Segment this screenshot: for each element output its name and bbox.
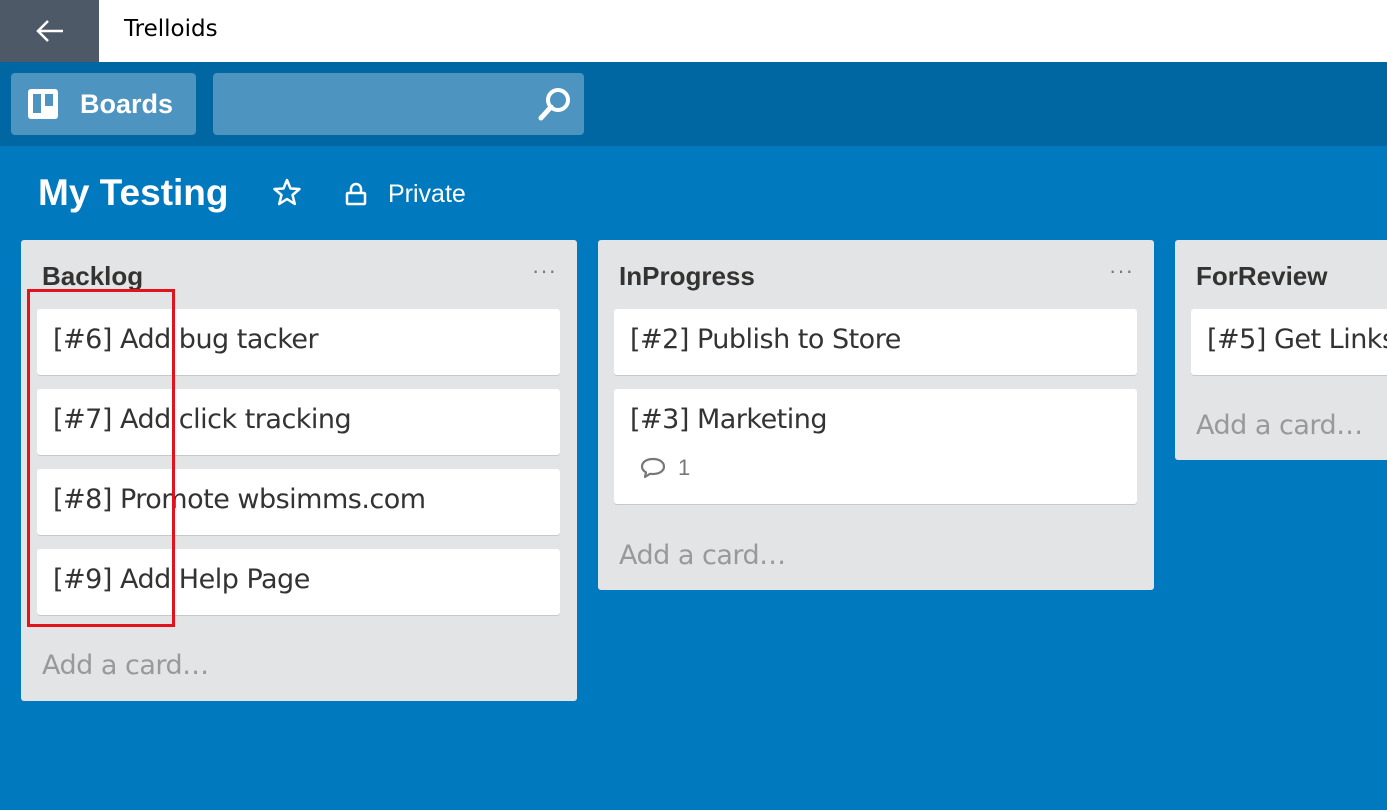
card-title: [#7] Add click tracking xyxy=(53,404,352,435)
visibility-label: Private xyxy=(388,179,466,208)
arrow-left-icon xyxy=(35,20,63,42)
card-title: [#9] Add Help Page xyxy=(53,564,310,595)
add-card-link[interactable]: Add a card… xyxy=(1196,410,1363,441)
card-title: [#2] Publish to Store xyxy=(630,324,901,355)
card[interactable]: [#7] Add click tracking xyxy=(37,389,560,455)
list-inprogress: InProgress ··· [#2] Publish to Store [#3… xyxy=(598,240,1154,590)
card-title: [#8] Promote wbsimms.com xyxy=(53,484,426,515)
list-title[interactable]: InProgress xyxy=(619,261,755,292)
board-header: My Testing Private xyxy=(0,146,1387,240)
add-card-link[interactable]: Add a card… xyxy=(42,650,209,681)
list-backlog: Backlog ··· [#6] Add bug tacker [#7] Add… xyxy=(21,240,577,701)
list-title[interactable]: ForReview xyxy=(1196,261,1328,292)
visibility-button[interactable]: Private xyxy=(344,179,466,209)
list-menu-button[interactable]: ··· xyxy=(532,258,557,284)
title-bar: Trelloids xyxy=(0,0,1387,62)
card[interactable]: [#2] Publish to Store xyxy=(614,309,1137,375)
card[interactable]: [#8] Promote wbsimms.com xyxy=(37,469,560,535)
comment-badge: 1 xyxy=(640,455,690,481)
card[interactable]: [#6] Add bug tacker xyxy=(37,309,560,375)
lock-icon xyxy=(345,182,367,206)
comment-count: 1 xyxy=(678,455,691,480)
app-title: Trelloids xyxy=(124,16,218,42)
search-icon[interactable] xyxy=(538,87,572,121)
board-icon xyxy=(28,89,58,119)
card-title: [#6] Add bug tacker xyxy=(53,324,319,355)
comment-icon xyxy=(640,457,666,479)
add-card-link[interactable]: Add a card… xyxy=(619,540,786,571)
card-title: [#5] Get Links xyxy=(1207,324,1387,355)
star-icon[interactable] xyxy=(273,178,301,206)
boards-label: Boards xyxy=(80,88,174,119)
list-forreview: ForReview [#5] Get Links Add a card… xyxy=(1175,240,1387,460)
card-title: [#3] Marketing xyxy=(630,404,828,435)
card[interactable]: [#9] Add Help Page xyxy=(37,549,560,615)
search-input[interactable] xyxy=(213,73,527,135)
back-button[interactable] xyxy=(0,0,99,62)
boards-button[interactable]: Boards xyxy=(11,73,196,135)
board-title[interactable]: My Testing xyxy=(38,172,229,214)
list-title[interactable]: Backlog xyxy=(42,261,143,292)
search-box[interactable] xyxy=(213,73,584,135)
card[interactable]: [#3] Marketing 1 xyxy=(614,389,1137,504)
card[interactable]: [#5] Get Links xyxy=(1191,309,1387,375)
top-bar: Boards xyxy=(0,62,1387,146)
list-menu-button[interactable]: ··· xyxy=(1109,258,1134,284)
